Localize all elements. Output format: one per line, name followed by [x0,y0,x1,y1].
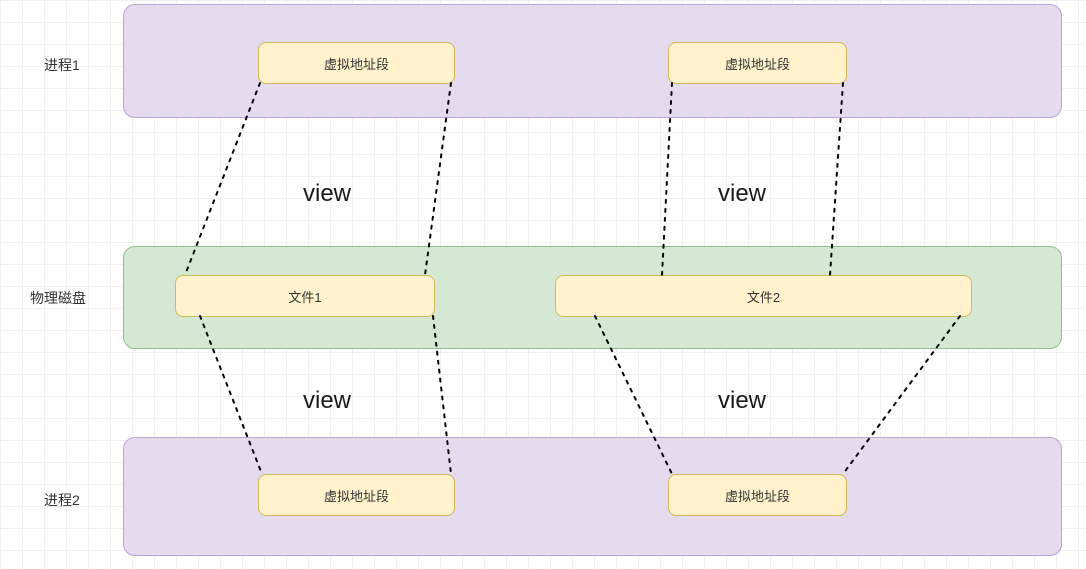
process2-seg2-text: 虚拟地址段 [725,486,790,505]
file1-box: 文件1 [175,275,435,317]
process1-seg2-text: 虚拟地址段 [725,54,790,73]
label-physical-disk: 物理磁盘 [30,288,86,308]
process1-virtual-segment-2: 虚拟地址段 [668,42,847,84]
process2-virtual-segment-1: 虚拟地址段 [258,474,455,516]
file1-text: 文件1 [288,287,321,306]
diagram-stage: 进程1 物理磁盘 进程2 虚拟地址段 虚拟地址段 文件1 文件2 虚拟地址段 虚… [0,0,1086,569]
label-process2: 进程2 [44,490,80,510]
view-label-tr: view [718,180,766,208]
process1-virtual-segment-1: 虚拟地址段 [258,42,455,84]
view-label-tl: view [303,180,351,208]
process2-seg1-text: 虚拟地址段 [324,486,389,505]
file2-text: 文件2 [747,287,780,306]
view-label-bl: view [303,387,351,415]
view-label-br: view [718,387,766,415]
process1-seg1-text: 虚拟地址段 [324,54,389,73]
file2-box: 文件2 [555,275,972,317]
process2-virtual-segment-2: 虚拟地址段 [668,474,847,516]
label-process1: 进程1 [44,55,80,75]
